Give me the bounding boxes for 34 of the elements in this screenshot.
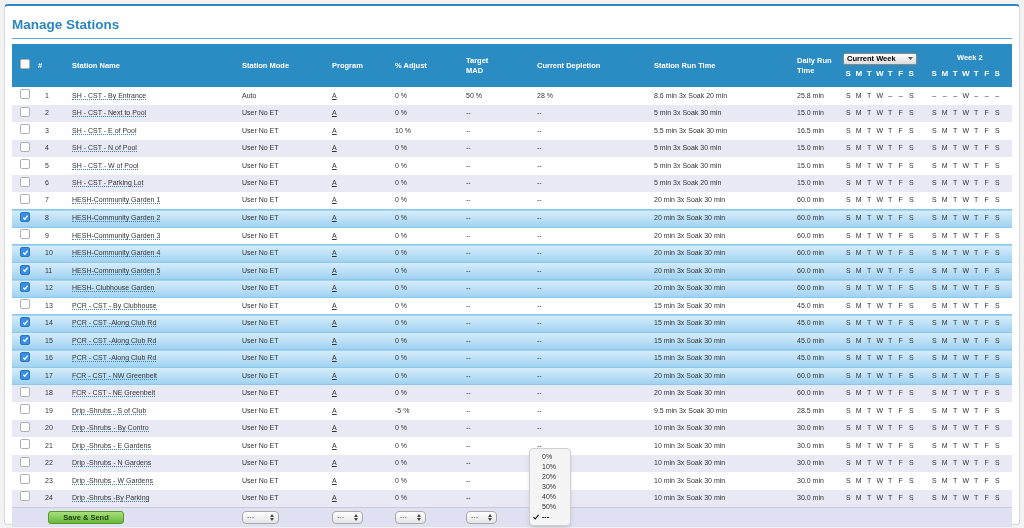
weekday-letters: S M T W T F S [930, 68, 1001, 79]
checkbox[interactable] [20, 299, 30, 309]
checkbox[interactable] [20, 141, 30, 152]
checkbox[interactable] [20, 264, 30, 275]
checkbox[interactable] [20, 106, 30, 117]
checkbox[interactable] [20, 193, 30, 204]
updown-icon [488, 513, 492, 521]
checkbox[interactable] [20, 89, 30, 99]
checkbox[interactable] [20, 282, 30, 293]
checkbox[interactable] [20, 159, 30, 169]
checkbox[interactable] [20, 421, 30, 432]
updown-icon [270, 513, 274, 521]
caret-icon [908, 57, 913, 60]
checkbox[interactable] [20, 247, 30, 258]
checkbox[interactable] [20, 58, 30, 69]
checkbox[interactable] [20, 176, 30, 187]
checkbox[interactable] [20, 491, 30, 502]
checkbox[interactable] [20, 212, 30, 223]
checkbox[interactable] [20, 439, 30, 449]
checkbox[interactable] [20, 456, 30, 467]
checkbox[interactable] [20, 124, 30, 134]
updown-icon [354, 513, 358, 521]
checkbox[interactable] [20, 474, 30, 484]
checkbox[interactable] [20, 352, 30, 363]
checkbox[interactable] [20, 369, 30, 380]
checkbox[interactable] [20, 317, 30, 328]
updown-icon [417, 513, 421, 521]
page-title: Manage Stations [12, 17, 120, 32]
checkbox[interactable] [20, 404, 30, 414]
checkbox[interactable] [20, 334, 30, 345]
checkbox[interactable] [20, 386, 30, 397]
checkbox[interactable] [20, 229, 30, 239]
checkmark-icon [533, 514, 539, 520]
weekday-letters: S M T W T F S [844, 68, 915, 79]
